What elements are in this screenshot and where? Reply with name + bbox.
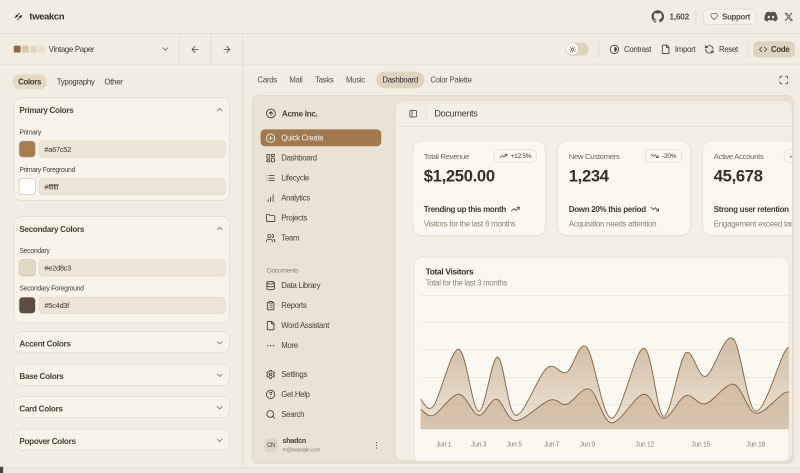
svg-text:Jun 12: Jun 12 [635,441,654,448]
svg-text:Jun 15: Jun 15 [691,441,710,448]
svg-text:Jun 3: Jun 3 [471,441,487,448]
svg-text:Jun 1: Jun 1 [436,441,452,448]
svg-text:Jun 9: Jun 9 [580,441,596,448]
svg-text:Jun 7: Jun 7 [544,441,560,448]
svg-text:Jun 18: Jun 18 [746,441,765,448]
svg-text:Jun 5: Jun 5 [506,441,522,448]
